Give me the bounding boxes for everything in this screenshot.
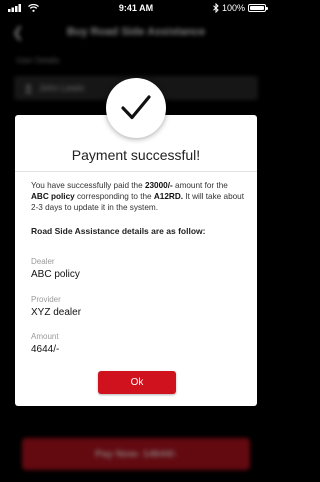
message-vehicle: A12RD. [153,192,184,201]
dealer-label: Dealer [31,257,55,266]
ok-button[interactable]: Ok [98,371,176,394]
bluetooth-icon [213,3,219,13]
battery-fill [250,6,264,10]
signal-wifi [8,4,39,12]
divider [15,171,257,172]
provider-value: XYZ dealer [31,307,82,318]
amount-field: Amount 4644/- [31,332,59,355]
signal-icon [8,4,21,12]
message-policy: ABC policy [31,192,75,201]
status-bar: 9:41 AM 100% [0,0,272,16]
success-badge [106,78,166,138]
message-amount: 23000/- [144,181,173,190]
message-text: You have successfully paid the [31,181,145,190]
message-text: corresponding to the [74,192,154,201]
battery-icon [248,4,268,12]
checkmark-icon [121,95,151,120]
battery-percent: 100% [221,3,245,13]
message-text: amount for the [172,181,228,190]
details-heading: Road Side Assistance details are as foll… [31,226,206,236]
provider-field: Provider XYZ dealer [31,295,81,318]
amount-value: 4644/- [31,344,60,355]
dealer-field: Dealer ABC policy [31,257,80,280]
amount-label: Amount [31,332,59,341]
dealer-value: ABC policy [31,269,80,280]
wifi-icon [28,4,39,12]
dialog-title: Payment successful! [71,147,201,163]
payment-message: You have successfully paid the 23000/- a… [31,180,245,213]
payment-success-dialog: Payment successful! You have successfull… [15,115,257,406]
provider-label: Provider [31,295,61,304]
